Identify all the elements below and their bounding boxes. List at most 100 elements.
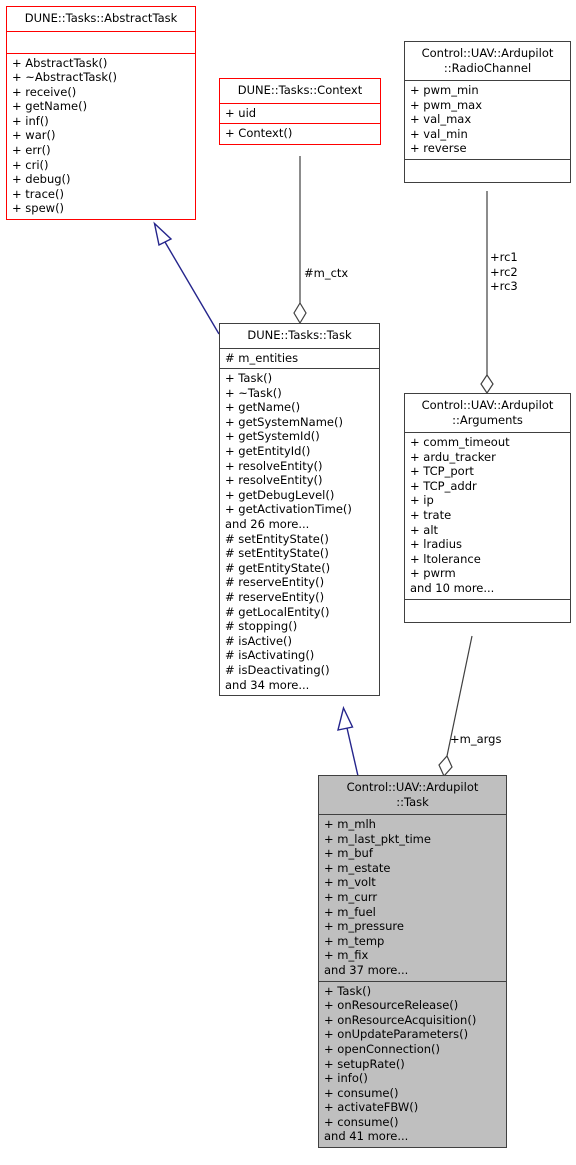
- class-operations-context: + Context(): [220, 124, 380, 144]
- member-item: and 26 more...: [225, 517, 310, 532]
- class-operations-radiochannel: [405, 160, 570, 182]
- member-item: # m_entities: [225, 350, 299, 365]
- class-attributes-radiochannel: + pwm_min + pwm_max + val_max + val_min …: [405, 81, 570, 160]
- member-item: + consume(): [324, 1114, 399, 1129]
- member-item: + m_temp: [324, 933, 385, 948]
- member-item: + onResourceAcquisition(): [324, 1012, 477, 1027]
- member-item: + getName(): [225, 400, 301, 415]
- member-item: and 10 more...: [410, 580, 495, 595]
- inheritance-edge-task-to-abstracttask: [153, 221, 220, 335]
- member-item: + ltolerance: [410, 551, 481, 566]
- member-item: # stopping(): [225, 619, 298, 634]
- member-item: + ardu_tracker: [410, 449, 496, 464]
- member-item: # reserveEntity(): [225, 575, 325, 590]
- class-operations-arguments: [405, 600, 570, 622]
- member-item: and 37 more...: [324, 962, 409, 977]
- member-item: + getSystemName(): [225, 414, 343, 429]
- member-item: + TCP_port: [410, 464, 474, 479]
- member-item: + war(): [12, 128, 56, 143]
- class-attributes-dune-task: # m_entities: [220, 349, 379, 370]
- member-item: + ~Task(): [225, 385, 282, 400]
- member-item: + onUpdateParameters(): [324, 1027, 469, 1042]
- class-title-arguments: Control::UAV::Ardupilot ::Arguments: [405, 394, 570, 433]
- member-item: + comm_timeout: [410, 435, 510, 449]
- inheritance-edge-ardupilottask-to-task: [337, 705, 359, 777]
- member-item: + Task(): [225, 371, 273, 386]
- member-item: + onResourceRelease(): [324, 998, 459, 1013]
- member-item: + m_pressure: [324, 919, 404, 934]
- member-item: + m_curr: [324, 889, 378, 904]
- member-item: + getActivationTime(): [225, 502, 352, 517]
- member-item: + ip: [410, 493, 434, 508]
- member-item: + reverse: [410, 141, 467, 156]
- member-item: # getLocalEntity(): [225, 604, 330, 619]
- member-item: + AbstractTask(): [12, 55, 108, 70]
- member-item: + Task(): [324, 983, 372, 998]
- member-item: # isActive(): [225, 633, 293, 648]
- member-item: and 41 more...: [324, 1129, 409, 1144]
- aggregation-edge-arguments-to-ardupilottask: [438, 635, 473, 778]
- member-item: + m_fix: [324, 948, 369, 963]
- member-item: + uid: [225, 105, 257, 120]
- member-item: + m_estate: [324, 860, 391, 875]
- member-item: # getEntityState(): [225, 560, 331, 575]
- member-item: + resolveEntity(): [225, 458, 323, 473]
- member-item: + openConnection(): [324, 1041, 441, 1056]
- member-item: + pwm_max: [410, 97, 483, 112]
- member-item: + m_volt: [324, 875, 376, 890]
- class-title-ardupilot-task: Control::UAV::Ardupilot ::Task: [319, 776, 506, 815]
- member-item: + lradius: [410, 537, 463, 552]
- class-attributes-arguments: + comm_timeout + ardu_tracker + TCP_port…: [405, 433, 570, 600]
- member-item: + info(): [324, 1071, 368, 1086]
- member-item: + val_max: [410, 112, 472, 127]
- member-item: + trate: [410, 507, 452, 522]
- member-item: + activateFBW(): [324, 1100, 419, 1115]
- member-item: + TCP_addr: [410, 478, 477, 493]
- class-title-radiochannel: Control::UAV::Ardupilot ::RadioChannel: [405, 42, 570, 81]
- member-item: # setEntityState(): [225, 531, 329, 546]
- member-item: + inf(): [12, 113, 49, 128]
- class-box-ardupilot-task[interactable]: Control::UAV::Ardupilot ::Task + m_mlh +…: [318, 775, 507, 1149]
- member-item: + getSystemId(): [225, 429, 320, 444]
- class-operations-dune-task: + Task() + ~Task() + getName() + getSyst…: [220, 369, 379, 695]
- class-operations-ardupilot-task: + Task() + onResourceRelease() + onResou…: [319, 982, 506, 1148]
- class-attributes-context: + uid: [220, 104, 380, 125]
- member-item: # isDeactivating(): [225, 662, 330, 677]
- member-item: + m_buf: [324, 846, 373, 861]
- aggregation-edge-context-to-task: [293, 156, 307, 325]
- member-item: + getDebugLevel(): [225, 487, 335, 502]
- member-item: + resolveEntity(): [225, 473, 323, 488]
- member-item: # reserveEntity(): [225, 590, 325, 604]
- class-operations-abstracttask: + AbstractTask() + ~AbstractTask() + rec…: [7, 54, 195, 220]
- class-box-radiochannel[interactable]: Control::UAV::Ardupilot ::RadioChannel +…: [404, 41, 571, 183]
- class-box-context[interactable]: DUNE::Tasks::Context + uid + Context(): [219, 78, 381, 145]
- member-item: + spew(): [12, 201, 65, 216]
- class-title-dune-task: DUNE::Tasks::Task: [220, 324, 379, 349]
- edge-label-m-args: +m_args: [450, 732, 502, 746]
- class-title-context: DUNE::Tasks::Context: [220, 79, 380, 104]
- class-attributes-ardupilot-task: + m_mlh + m_last_pkt_time + m_buf + m_es…: [319, 815, 506, 982]
- member-item: + m_mlh: [324, 817, 376, 831]
- member-item: + setupRate(): [324, 1056, 405, 1071]
- member-item: + debug(): [12, 172, 71, 187]
- member-item: + pwrm: [410, 566, 456, 581]
- edge-label-rc: +rc1 +rc2 +rc3: [490, 250, 518, 294]
- edge-label-m-ctx: #m_ctx: [304, 266, 349, 280]
- member-item: + getEntityId(): [225, 444, 311, 459]
- member-item: + cri(): [12, 157, 49, 172]
- member-item: + val_min: [410, 126, 468, 141]
- member-item: + getName(): [12, 99, 88, 114]
- member-item: and 34 more...: [225, 677, 310, 692]
- member-item: + consume(): [324, 1085, 399, 1100]
- class-box-dune-task[interactable]: DUNE::Tasks::Task # m_entities + Task() …: [219, 323, 380, 697]
- member-item: # setEntityState(): [225, 546, 329, 561]
- member-item: + receive(): [12, 84, 77, 99]
- member-item: + alt: [410, 522, 439, 537]
- member-item: + pwm_min: [410, 83, 479, 97]
- class-box-arguments[interactable]: Control::UAV::Ardupilot ::Arguments + co…: [404, 393, 571, 623]
- member-item: + m_fuel: [324, 904, 376, 919]
- class-box-abstracttask[interactable]: DUNE::Tasks::AbstractTask + AbstractTask…: [6, 6, 196, 221]
- member-item: + ~AbstractTask(): [12, 70, 117, 85]
- member-item: # isActivating(): [225, 648, 315, 663]
- member-item: + m_last_pkt_time: [324, 831, 431, 846]
